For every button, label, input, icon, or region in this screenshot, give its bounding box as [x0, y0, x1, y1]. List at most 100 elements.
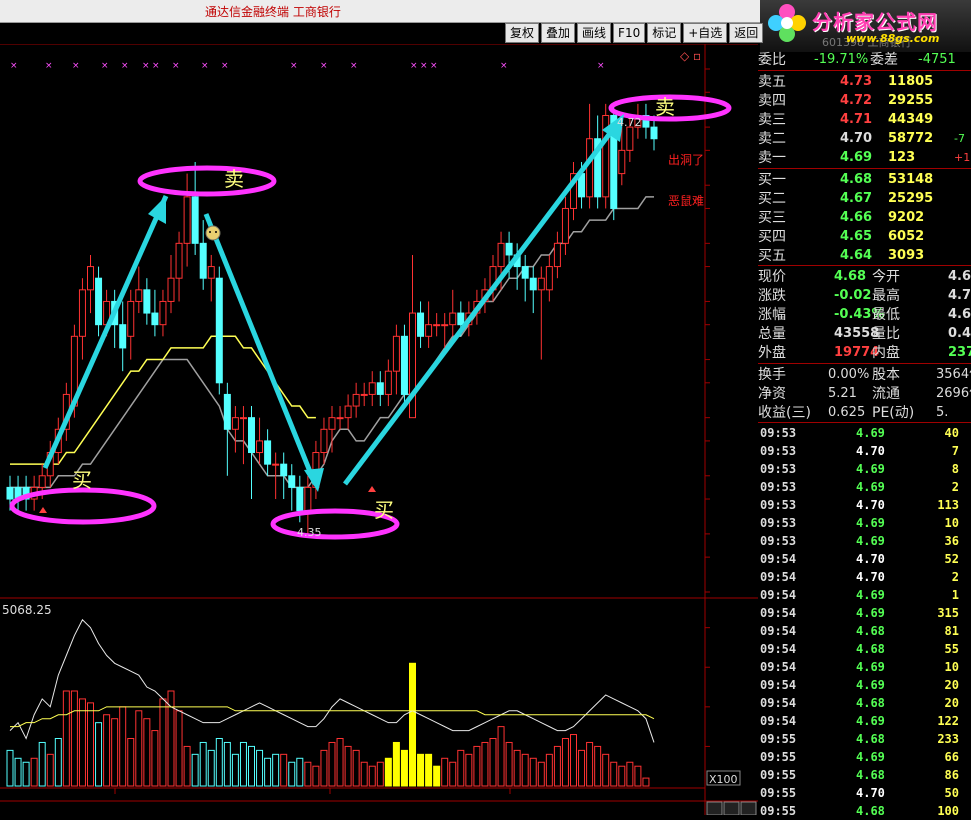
buy-label-4: 买五	[758, 248, 786, 264]
f10-button[interactable]: F10	[613, 23, 646, 43]
tick-price-11: 4.68	[856, 624, 885, 638]
volume-bar-27	[223, 741, 231, 787]
sep-stats2	[758, 422, 971, 423]
buy-row-3: 买四 4.65 6052	[758, 228, 971, 246]
tick-time-5: 09:53	[760, 516, 797, 530]
tick-price-7: 4.70	[856, 552, 885, 566]
candle-body-48	[392, 335, 400, 372]
sell-row-1: 卖四 4.72 29255	[758, 92, 971, 110]
signal-mark-0: ×	[10, 61, 18, 71]
title-bar: 通达信金融终端 工商银行	[0, 0, 760, 23]
volume-bar-37	[304, 761, 312, 787]
volume-bar-16	[135, 710, 143, 787]
tick-vol-17: 233	[937, 732, 959, 746]
smiley-icon	[205, 225, 221, 241]
buy-price-0: 4.68	[840, 172, 873, 187]
candle-body-10	[87, 266, 94, 291]
restore-rights-button[interactable]: 复权	[505, 23, 540, 43]
tick-row: 09:55 4.68 86	[758, 766, 971, 784]
stat-label2-4: 内盘	[872, 345, 900, 361]
tick-row: 09:53 4.69 2	[758, 478, 971, 496]
signal-mark-15: ×	[430, 61, 438, 71]
sell-price-0: 4.73	[840, 74, 873, 89]
candle-body-37	[304, 486, 312, 512]
candle-body-25	[207, 266, 215, 279]
tick-vol-2: 8	[951, 462, 959, 476]
tick-price-20: 4.70	[856, 786, 885, 800]
corner-marks[interactable]: ◇ ▫	[680, 49, 701, 63]
volume-bar-31	[256, 749, 264, 787]
buy-vol-2: 9202	[888, 210, 925, 225]
candle-body-65	[529, 277, 537, 291]
tick-price-15: 4.68	[856, 696, 885, 710]
volume-bar-46	[376, 761, 384, 787]
volume-bar-53	[433, 765, 441, 787]
volume-bar-10	[87, 702, 94, 787]
buy-label-3: 买四	[758, 229, 786, 245]
buy-vol-0: 53148	[888, 172, 934, 187]
sep-sells	[758, 168, 971, 169]
tick-row: 09:54 4.70 52	[758, 550, 971, 568]
tick-price-18: 4.69	[856, 750, 885, 764]
volume-bar-3	[30, 757, 38, 787]
tick-row: 09:53 4.70 7	[758, 442, 971, 460]
signal-mark-13: ×	[410, 61, 418, 71]
tick-row: 09:54 4.69 10	[758, 658, 971, 676]
sell-vol-0: 11805	[888, 74, 934, 89]
volume-bar-19	[159, 698, 167, 787]
stat-label-3: 总量	[758, 326, 786, 342]
volume-bar-6	[54, 738, 62, 787]
tick-price-9: 4.69	[856, 588, 885, 602]
volume-bar-18	[151, 730, 159, 787]
add-watchlist-button[interactable]: +自选	[683, 23, 728, 43]
back-button[interactable]: 返回	[729, 23, 764, 43]
sell-vol-3: 58772	[888, 131, 934, 146]
tick-vol-19: 86	[944, 768, 959, 782]
sep-buys	[758, 265, 971, 266]
site-logo: 分析家公式网 601398 工商银行 www.88gs.com	[760, 0, 971, 52]
tick-time-10: 09:54	[760, 606, 797, 620]
stat-row-2: 涨幅 -0.43% 最低 4.6	[758, 306, 971, 324]
overlay-button[interactable]: 叠加	[541, 23, 576, 43]
signal-mark-11: ×	[320, 61, 328, 71]
volume-bar-60	[489, 738, 497, 787]
tick-row: 09:53 4.69 40	[758, 424, 971, 442]
volume-bar-11	[95, 722, 103, 787]
candle-body-44	[360, 393, 368, 396]
stat-row-3: 总量 43558 量比 0.4	[758, 325, 971, 343]
tick-price-5: 4.69	[856, 516, 885, 530]
sell-row-4: 卖一 4.69 123 +11	[758, 149, 971, 167]
tick-price-8: 4.70	[856, 570, 885, 584]
sell-chg-4: +11	[954, 151, 971, 164]
candle-body-19	[159, 300, 167, 326]
zoom-btn-box-1[interactable]	[723, 801, 740, 815]
signal-mark-14: ×	[420, 61, 428, 71]
candle-body-35	[288, 475, 296, 488]
tick-time-1: 09:53	[760, 444, 797, 458]
volume-bar-72	[586, 741, 594, 787]
sell-label-2: 卖三	[758, 112, 786, 128]
volume-bar-62	[505, 741, 513, 787]
tick-vol-21: 100	[937, 804, 959, 818]
zoom-btn-box-0[interactable]	[706, 801, 723, 815]
volume-bar-22	[183, 745, 191, 787]
buy-vol-4: 3093	[888, 248, 925, 263]
zoom-btn-box-2[interactable]	[740, 801, 757, 815]
volume-bar-50	[409, 662, 416, 787]
volume-bar-65	[529, 757, 537, 787]
tick-vol-20: 50	[944, 786, 959, 800]
tick-row: 09:53 4.69 8	[758, 460, 971, 478]
sell-label-1: 卖	[224, 167, 244, 191]
kline-chart[interactable]: × × × × × × × × × × × × × × × × × × ◇ ▫ 买 卖 买 卖 出洞了 恶鼠难 4…	[0, 44, 758, 815]
mark-button[interactable]: 标记	[647, 23, 682, 43]
tick-time-14: 09:54	[760, 678, 797, 692]
candle-body-64	[521, 266, 529, 279]
volume-bar-17	[143, 718, 151, 787]
tick-row: 09:53 4.69 10	[758, 514, 971, 532]
candle-body-76	[618, 149, 626, 175]
candle-body-36	[296, 486, 304, 512]
volume-bar-48	[392, 741, 400, 787]
ratio-label: 委比	[758, 52, 786, 68]
volume-bar-52	[425, 753, 433, 787]
draw-line-button[interactable]: 画线	[577, 23, 612, 43]
